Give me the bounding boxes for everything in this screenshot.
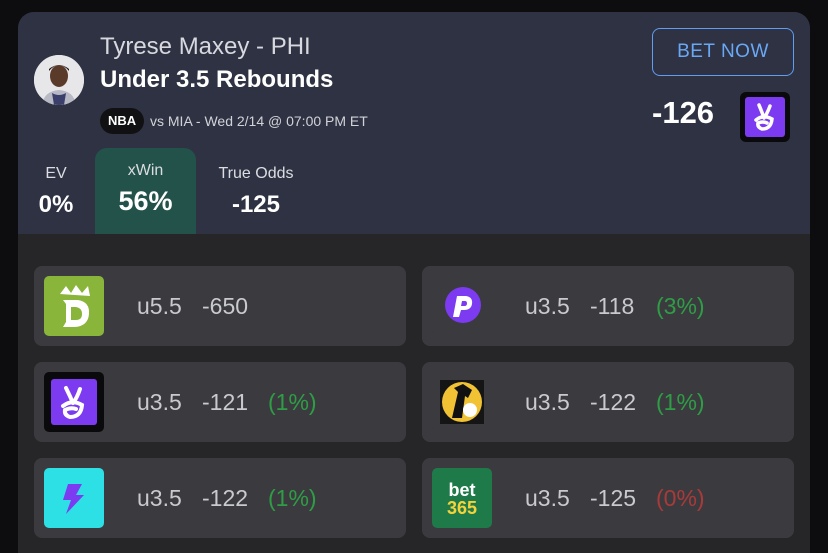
book-odds: -122 (590, 389, 637, 415)
book-tile[interactable]: u3.5 -121 (1%) (34, 362, 406, 442)
book-line: u3.5 (525, 485, 570, 511)
svg-text:365: 365 (447, 498, 477, 518)
ev-label: EV (45, 165, 67, 182)
xwin-value: 56% (118, 186, 173, 216)
book-edge: (1%) (656, 389, 705, 415)
svg-text:bet: bet (449, 480, 476, 500)
book-tile[interactable]: bet 365 u3.5 -125 (0%) (422, 458, 794, 538)
player-name: Tyrese Maxey - PHI (100, 33, 311, 60)
book-edge: (3%) (656, 293, 705, 319)
fliff-icon (44, 372, 104, 432)
fliff-icon (740, 92, 790, 142)
player-avatar (34, 55, 84, 105)
book-line: u3.5 (525, 389, 570, 415)
draftkings-icon (44, 276, 104, 336)
best-odds: -126 (652, 95, 715, 130)
ev-value: 0% (38, 191, 74, 218)
bet-now-button[interactable]: BET NOW (652, 28, 794, 76)
book-odds: -121 (202, 389, 249, 415)
game-info: vs MIA - Wed 2/14 @ 07:00 PM ET (150, 113, 368, 129)
book-edge: (1%) (268, 485, 317, 511)
stat-ev: EV 0% (36, 165, 76, 219)
book-odds: -118 (590, 293, 635, 319)
book-line: u3.5 (137, 485, 182, 511)
prizepicks-icon (432, 276, 492, 336)
book-odds: -122 (202, 485, 249, 511)
true-odds-value: -125 (231, 191, 281, 218)
underdog-icon (44, 468, 104, 528)
book-line: u3.5 (137, 389, 182, 415)
betr-icon (432, 372, 492, 432)
book-tile[interactable]: u3.5 -118 (3%) (422, 266, 794, 346)
book-odds: -650 (202, 293, 249, 319)
book-tile[interactable]: u3.5 -122 (1%) (34, 458, 406, 538)
prop-title: Under 3.5 Rebounds (100, 66, 334, 93)
prop-card: Tyrese Maxey - PHI Under 3.5 Rebounds NB… (18, 12, 810, 553)
xwin-label: xWin (127, 162, 164, 179)
book-tile[interactable]: u5.5 -650 (34, 266, 406, 346)
book-line: u5.5 (137, 293, 182, 319)
true-odds-label: True Odds (218, 165, 294, 182)
book-edge: (0%) (656, 485, 705, 511)
book-tile[interactable]: u3.5 -122 (1%) (422, 362, 794, 442)
books-grid: u5.5 -650 u3.5 -118 (3%) u3.5 -121 (1%) … (18, 234, 810, 553)
book-line: u3.5 (525, 293, 570, 319)
book-odds: -125 (590, 485, 637, 511)
prop-header: Tyrese Maxey - PHI Under 3.5 Rebounds NB… (18, 12, 810, 234)
stat-true-odds: True Odds -125 (214, 165, 298, 219)
stat-xwin: xWin 56% (95, 148, 196, 234)
bet365-icon: bet 365 (432, 468, 492, 528)
league-badge: NBA (100, 108, 145, 134)
book-edge: (1%) (268, 389, 317, 415)
